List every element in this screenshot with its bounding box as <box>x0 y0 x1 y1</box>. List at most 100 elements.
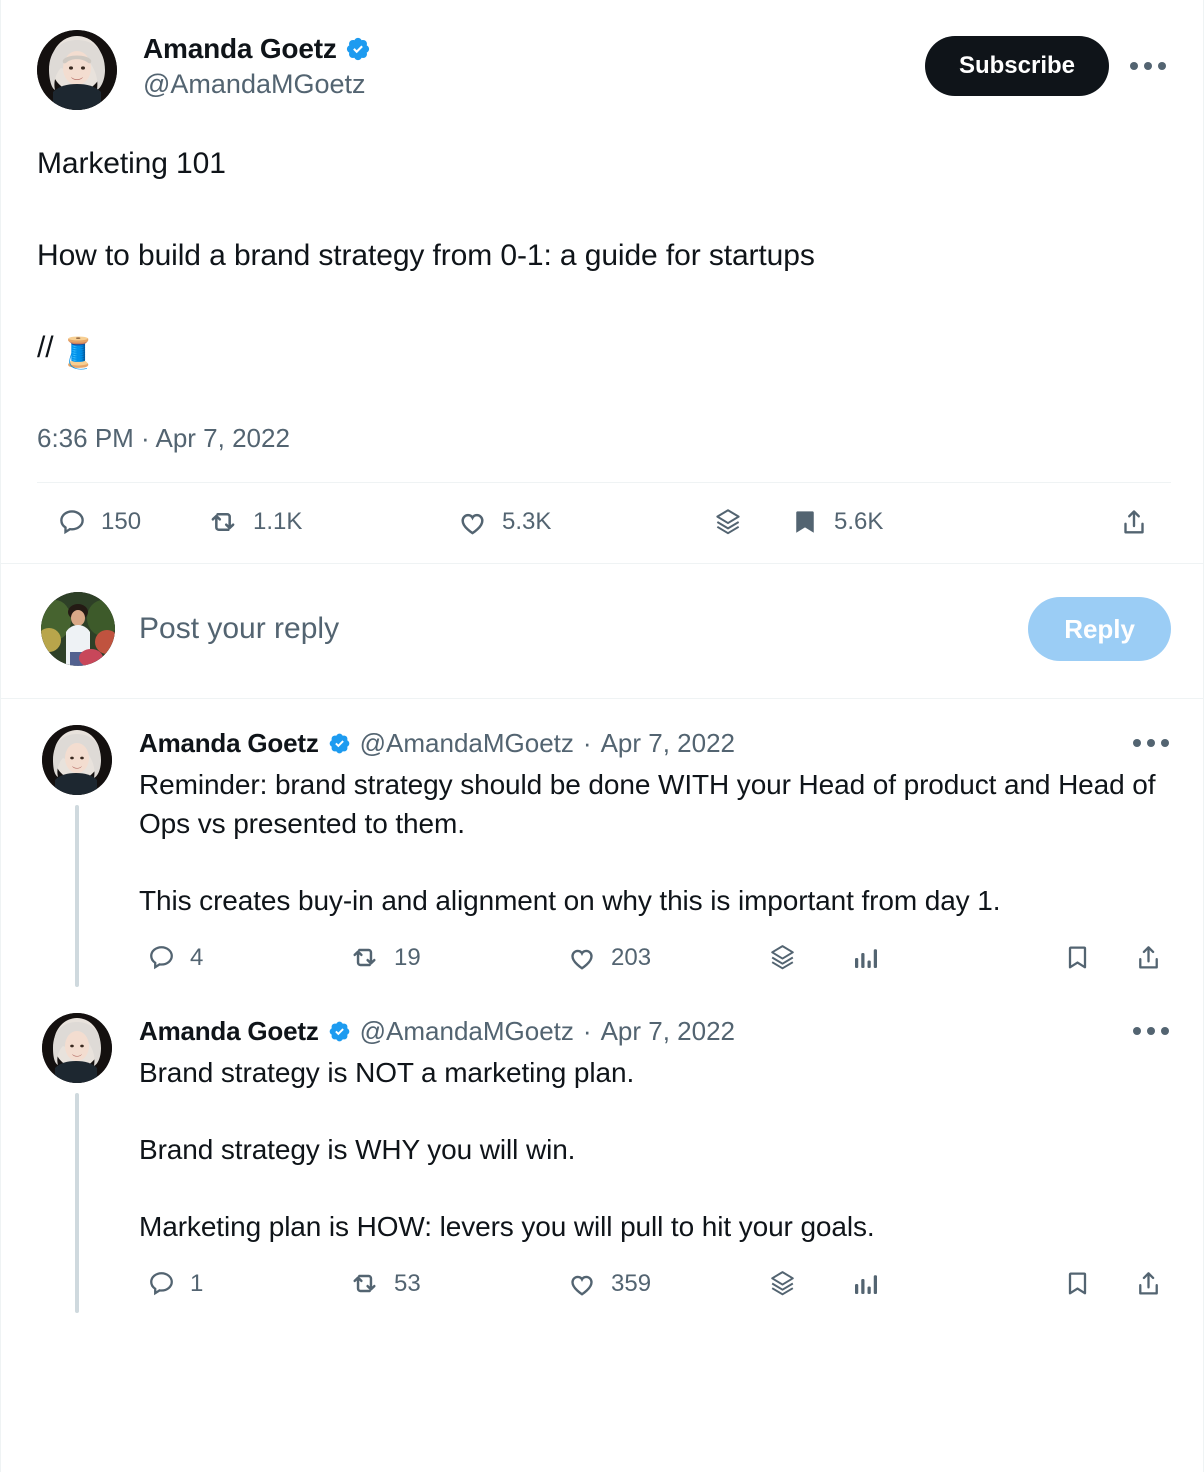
views-group <box>767 1268 880 1299</box>
retweet-icon <box>353 1274 376 1293</box>
bookmark-icon <box>1068 1272 1087 1295</box>
author-display-name[interactable]: Amanda Goetz <box>143 32 337 66</box>
reply-meta-separator: · <box>582 1016 592 1046</box>
main-tweet-action-bar: 150 1.1K 5.3K 5.6K <box>37 483 1171 563</box>
thread-connector-line <box>75 805 79 987</box>
views-layers-icon[interactable] <box>767 1268 798 1299</box>
like-icon <box>571 949 593 970</box>
like-action[interactable]: 203 <box>567 943 767 973</box>
reply-date[interactable]: Apr 7, 2022 <box>601 1015 735 1047</box>
analytics-bars-icon[interactable] <box>850 1269 880 1299</box>
avatar-amanda-goetz[interactable] <box>37 30 117 110</box>
thread-connector-line <box>75 1093 79 1313</box>
reply-author-handle[interactable]: @AmandaMGoetz <box>360 727 574 759</box>
reply-count: 150 <box>101 508 142 535</box>
thread-reply-item: Amanda Goetz @AmandaMGoetz · Apr 7, 2022… <box>1 699 1203 987</box>
bookmark-icon <box>796 511 814 533</box>
like-icon <box>461 513 484 535</box>
avatar-amanda-goetz[interactable] <box>42 1013 112 1083</box>
retweet-action[interactable]: 1.1K <box>207 506 457 538</box>
views-action[interactable]: 5.6K <box>712 506 883 538</box>
bookmark-action[interactable]: 5.6K <box>790 507 883 537</box>
reply-paragraph: This creates buy-in and alignment on why… <box>139 885 1001 916</box>
main-tweet: Amanda Goetz @AmandaMGoetz Subscribe Mar… <box>1 0 1203 563</box>
reply-paragraph: Brand strategy is NOT a marketing plan. <box>139 1057 635 1088</box>
share-icon <box>1139 946 1158 969</box>
reply-action-bar: 4 19 203 <box>139 942 1173 983</box>
share-action[interactable] <box>1134 943 1173 972</box>
reply-action[interactable]: 4 <box>139 943 349 972</box>
bookmark-count: 5.6K <box>834 508 884 535</box>
reply-body: Brand strategy is NOT a marketing plan. … <box>139 1053 1173 1246</box>
retweet-action[interactable]: 19 <box>349 942 567 973</box>
reply-icon <box>60 510 84 535</box>
retweet-count: 19 <box>394 943 421 971</box>
main-tweet-header-actions: Subscribe <box>924 30 1171 96</box>
reply-body: Reminder: brand strategy should be done … <box>139 765 1173 920</box>
reply-action[interactable]: 150 <box>37 507 207 537</box>
tweet-timestamp: 6:36 PM · Apr 7, 2022 <box>37 423 290 453</box>
like-icon <box>571 1275 593 1296</box>
subscribe-button[interactable]: Subscribe <box>924 36 1109 96</box>
reply-content: Amanda Goetz @AmandaMGoetz · Apr 7, 2022… <box>113 725 1173 987</box>
reply-input[interactable]: Post your reply <box>139 610 1004 648</box>
verified-badge-icon <box>329 1021 349 1041</box>
reply-meta-separator: · <box>582 728 592 758</box>
reply-action[interactable]: 1 <box>139 1269 349 1298</box>
more-options-icon[interactable] <box>1125 43 1171 89</box>
share-icon <box>1124 510 1144 534</box>
retweet-count: 53 <box>394 1269 421 1297</box>
retweet-count: 1.1K <box>253 508 303 535</box>
share-icon <box>1139 1272 1158 1295</box>
reply-header: Amanda Goetz @AmandaMGoetz · Apr 7, 2022 <box>139 1013 1173 1049</box>
views-layers-icon[interactable] <box>767 942 798 973</box>
reply-avatar-column <box>41 1013 113 1313</box>
like-count: 359 <box>611 1269 652 1297</box>
bookmark-action[interactable] <box>1063 943 1092 972</box>
reply-icon <box>150 1272 173 1296</box>
reply-action-bar: 1 53 359 <box>139 1268 1173 1309</box>
main-tweet-text: Marketing 101 How to build a brand strat… <box>37 144 1171 374</box>
more-options-icon[interactable] <box>1129 725 1173 761</box>
thread-replies: Amanda Goetz @AmandaMGoetz · Apr 7, 2022… <box>1 699 1203 1313</box>
reply-paragraph: Brand strategy is WHY you will win. <box>139 1134 576 1165</box>
share-action[interactable] <box>1119 507 1171 537</box>
reply-date[interactable]: Apr 7, 2022 <box>601 727 735 759</box>
bookmark-action[interactable] <box>1063 1269 1092 1298</box>
avatar-amanda-goetz[interactable] <box>42 725 112 795</box>
views-layers-icon <box>716 509 740 535</box>
retweet-icon <box>211 513 235 531</box>
like-action[interactable]: 359 <box>567 1269 767 1299</box>
avatar-current-user[interactable] <box>41 592 115 666</box>
main-tweet-header: Amanda Goetz @AmandaMGoetz Subscribe <box>37 30 1171 110</box>
retweet-action[interactable]: 53 <box>349 1268 567 1299</box>
bookmark-icon <box>1068 946 1087 969</box>
verified-badge-icon <box>346 37 369 61</box>
more-options-icon[interactable] <box>1129 1013 1173 1049</box>
like-action[interactable]: 5.3K <box>457 507 712 538</box>
tweet-line-2: How to build a brand strategy from 0-1: … <box>37 239 815 272</box>
reply-author-name[interactable]: Amanda Goetz <box>139 727 319 759</box>
reply-paragraph: Reminder: brand strategy should be done … <box>139 769 1156 839</box>
tweet-line-1: Marketing 101 <box>37 147 226 180</box>
tweet-detail-page: Amanda Goetz @AmandaMGoetz Subscribe Mar… <box>0 0 1204 1472</box>
author-handle[interactable]: @AmandaMGoetz <box>143 67 925 101</box>
share-action[interactable] <box>1134 1269 1173 1298</box>
like-count: 203 <box>611 943 652 971</box>
verified-badge-icon <box>329 733 349 753</box>
reply-header: Amanda Goetz @AmandaMGoetz · Apr 7, 2022 <box>139 725 1173 761</box>
thread-reply-item: Amanda Goetz @AmandaMGoetz · Apr 7, 2022… <box>1 987 1203 1313</box>
reply-count: 1 <box>190 1269 204 1297</box>
retweet-icon <box>353 948 376 967</box>
analytics-bars-icon[interactable] <box>850 943 880 973</box>
reply-avatar-column <box>41 725 113 987</box>
views-group <box>767 942 880 973</box>
main-tweet-author-block: Amanda Goetz @AmandaMGoetz <box>143 30 925 101</box>
reply-icon <box>150 946 173 970</box>
reply-composer: Post your reply Reply <box>1 564 1203 698</box>
reply-button[interactable]: Reply <box>1028 597 1171 661</box>
author-name-row: Amanda Goetz <box>143 32 925 66</box>
reply-author-name[interactable]: Amanda Goetz <box>139 1015 319 1047</box>
reply-author-handle[interactable]: @AmandaMGoetz <box>360 1015 574 1047</box>
reply-paragraph: Marketing plan is HOW: levers you will p… <box>139 1211 875 1242</box>
